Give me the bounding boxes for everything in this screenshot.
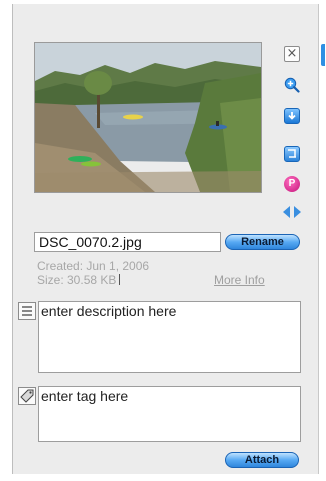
filename-input[interactable] xyxy=(34,232,221,252)
zoom-in-icon[interactable] xyxy=(284,77,300,93)
download-icon[interactable] xyxy=(284,108,300,124)
description-textarea[interactable]: enter description here xyxy=(38,301,301,373)
description-list-icon xyxy=(18,302,36,320)
pin-icon[interactable]: P xyxy=(284,176,300,192)
rename-button[interactable]: Rename xyxy=(225,234,300,250)
panel-edge-tab[interactable] xyxy=(321,44,325,66)
photo-preview[interactable] xyxy=(34,42,262,193)
more-info-link[interactable]: More Info xyxy=(214,273,265,287)
created-date: Created: Jun 1, 2006 xyxy=(37,259,150,273)
attach-button[interactable]: Attach xyxy=(225,452,299,468)
crop-icon[interactable] xyxy=(284,146,300,162)
tag-icon xyxy=(18,387,36,405)
file-size: Size: 30.58 KB xyxy=(37,273,121,287)
close-icon[interactable]: × xyxy=(284,46,300,62)
tag-textarea[interactable]: enter tag here xyxy=(38,386,301,442)
file-size-text: Size: 30.58 KB xyxy=(37,273,117,287)
left-right-arrows-icon[interactable] xyxy=(282,204,302,220)
text-cursor xyxy=(119,274,121,285)
